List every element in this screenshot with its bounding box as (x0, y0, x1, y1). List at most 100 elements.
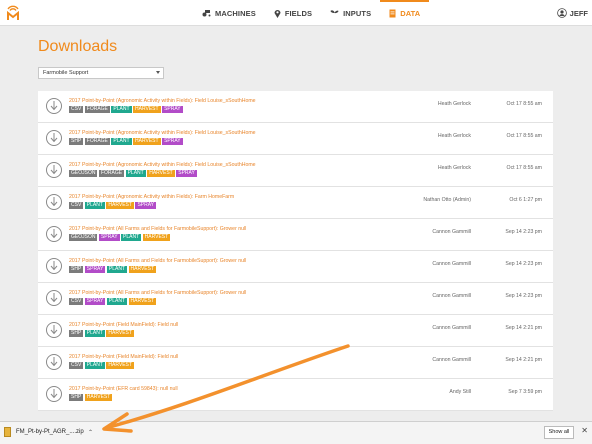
tag-list: SHP FORAGE PLANT HARVEST SPRAY (69, 138, 183, 145)
tag-badge: SPRAY (135, 202, 157, 209)
nav-label: INPUTS (343, 8, 372, 18)
user-avatar-icon (556, 8, 567, 18)
download-button[interactable] (46, 162, 62, 178)
tag-badge: FORAGE (98, 170, 125, 177)
chevron-up-icon[interactable]: ⌃ (88, 429, 93, 436)
requested-by: Nathan Otto (Admin) (423, 197, 471, 203)
download-button[interactable] (46, 290, 62, 306)
tag-badge: SHP (69, 394, 84, 401)
show-all-button[interactable]: Show all (544, 426, 574, 439)
organization-select-value: Farmobile Support (43, 70, 89, 76)
tag-badge: CSV (69, 362, 84, 369)
requested-by: Andy Still (449, 389, 471, 395)
request-date: Oct 17 8:55 am (506, 101, 542, 107)
tag-badge: PLANT (111, 138, 132, 145)
tag-list: CSV PLANT HARVEST SPRAY (69, 202, 157, 209)
tag-badge: HARVEST (133, 106, 161, 113)
download-title-link[interactable]: 2017 Point-by-Point (All Farms and Field… (69, 226, 246, 232)
tag-badge: GEOJSON (69, 170, 98, 177)
chevron-down-icon (156, 71, 160, 74)
browser-download-bar: FM_Pt-by-Pt_AGR_....zip ⌃ Show all ✕ (0, 421, 592, 444)
download-title-link[interactable]: 2017 Point-by-Point (All Farms and Field… (69, 258, 246, 264)
download-title-link[interactable]: 2017 Point-by-Point (Field MainField): F… (69, 322, 178, 328)
tag-badge: HARVEST (147, 170, 175, 177)
download-arrow-icon (50, 101, 58, 111)
farmobile-logo[interactable] (6, 3, 20, 21)
downloaded-file-name[interactable]: FM_Pt-by-Pt_AGR_....zip (16, 429, 84, 435)
download-title-link[interactable]: 2017 Point-by-Point (Agronomic Activity … (69, 162, 256, 168)
download-arrow-icon (50, 229, 58, 239)
download-button[interactable] (46, 322, 62, 338)
requested-by: Heath Gerlock (437, 133, 471, 139)
download-arrow-icon (50, 197, 58, 207)
close-icon[interactable]: ✕ (581, 426, 588, 435)
tag-badge: HARVEST (106, 362, 134, 369)
request-date: Oct 17 8:55 am (506, 165, 542, 171)
tag-badge: HARVEST (128, 298, 157, 305)
tag-badge: HARVEST (84, 394, 113, 401)
download-row: 2017 Point-by-Point (Agronomic Activity … (38, 187, 553, 219)
download-button[interactable] (46, 226, 62, 242)
requested-by: Cannon Gammill (432, 229, 471, 235)
download-button[interactable] (46, 130, 62, 146)
tag-list: CSV FORAGE PLANT HARVEST SPRAY (69, 106, 183, 113)
document-icon (389, 9, 396, 17)
tag-badge: SHP (69, 138, 84, 145)
download-title-link[interactable]: 2017 Point-by-Point (Field MainField): F… (69, 354, 178, 360)
tag-badge: PLANT (84, 202, 105, 209)
download-button[interactable] (46, 194, 62, 210)
download-title-link[interactable]: 2017 Point-by-Point (EFR card 59843): nu… (69, 386, 178, 392)
tag-badge: HARVEST (128, 266, 157, 273)
nav-item-data[interactable]: DATA (380, 0, 430, 26)
download-row: 2017 Point-by-Point (Agronomic Activity … (38, 155, 553, 187)
request-date: Oct 17 8:55 am (506, 133, 542, 139)
tag-badge: SPRAY (84, 298, 106, 305)
nav-label: FIELDS (284, 8, 313, 18)
requested-by: Heath Gerlock (437, 101, 471, 107)
tag-badge: CSV (69, 202, 84, 209)
tag-badge: PLANT (125, 170, 146, 177)
nav-item-machines[interactable]: MACHINES (193, 0, 265, 26)
download-button[interactable] (46, 354, 62, 370)
top-nav-bar: MACHINES FIELDS INPUTS DATA JEFF (0, 0, 592, 26)
tag-badge: PLANT (106, 266, 127, 273)
tag-list: SHP HARVEST (69, 394, 113, 401)
download-arrow-icon (50, 293, 58, 303)
page-title: Downloads (38, 38, 118, 55)
download-title-link[interactable]: 2017 Point-by-Point (Agronomic Activity … (69, 98, 256, 104)
tag-badge: SPRAY (176, 170, 197, 177)
download-title-link[interactable]: 2017 Point-by-Point (All Farms and Field… (69, 290, 246, 296)
download-button[interactable] (46, 258, 62, 274)
requested-by: Heath Gerlock (437, 165, 471, 171)
nav-item-fields[interactable]: FIELDS (265, 0, 321, 26)
downloads-list: 2017 Point-by-Point (Agronomic Activity … (38, 91, 553, 421)
tag-badge: SPRAY (98, 234, 120, 241)
main-nav: MACHINES FIELDS INPUTS DATA (193, 0, 430, 26)
nav-label: MACHINES (215, 8, 256, 18)
download-button[interactable] (46, 386, 62, 402)
download-row: 2017 Point-by-Point (Field MainField): F… (38, 347, 553, 379)
nav-item-inputs[interactable]: INPUTS (321, 0, 380, 26)
download-title-link[interactable]: 2017 Point-by-Point (Agronomic Activity … (69, 130, 256, 136)
download-row: 2017 Point-by-Point (Field MainField): F… (38, 315, 553, 347)
tag-badge: GEOJSON (69, 234, 98, 241)
download-arrow-icon (50, 325, 58, 335)
tag-badge: PLANT (84, 330, 105, 337)
organization-select[interactable]: Farmobile Support (38, 67, 164, 79)
download-title-link[interactable]: 2017 Point-by-Point (Agronomic Activity … (69, 194, 234, 200)
user-menu[interactable]: JEFF (556, 0, 588, 26)
download-row: 2017 Point-by-Point (All Farms and Field… (38, 283, 553, 315)
requested-by: Cannon Gammill (432, 357, 471, 363)
tag-badge: HARVEST (142, 234, 171, 241)
download-button[interactable] (46, 98, 62, 114)
map-pin-icon (274, 9, 281, 18)
tag-list: CSV SPRAY PLANT HARVEST (69, 298, 157, 305)
tag-badge: FORAGE (84, 138, 110, 145)
tag-badge: CSV (69, 106, 84, 113)
tag-badge: FORAGE (84, 106, 110, 113)
tag-badge: SHP (69, 266, 84, 273)
user-name: JEFF (569, 8, 588, 18)
zip-file-icon (4, 427, 11, 437)
tag-badge: PLANT (84, 362, 105, 369)
tag-badge: HARVEST (106, 330, 134, 337)
